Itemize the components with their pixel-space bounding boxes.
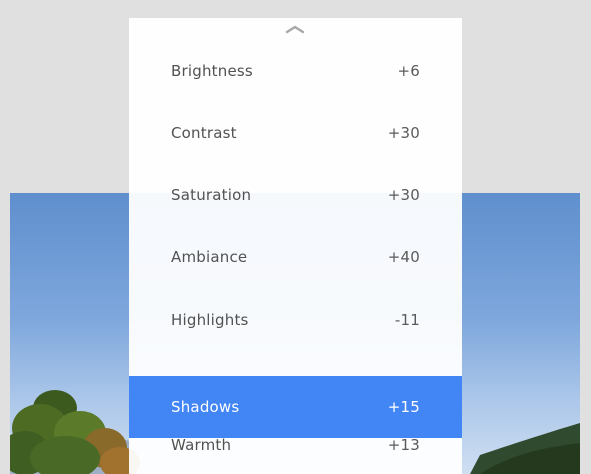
adjustment-label: Warmth xyxy=(171,436,232,454)
collapse-panel-button[interactable] xyxy=(284,22,306,36)
adjustment-row-warmth[interactable]: Warmth +13 xyxy=(129,432,462,458)
chevron-up-icon xyxy=(285,25,305,34)
adjustment-label: Highlights xyxy=(171,311,249,329)
adjustment-label: Shadows xyxy=(171,398,240,416)
adjustment-label: Contrast xyxy=(171,124,237,142)
adjustment-row-ambiance[interactable]: Ambiance +40 xyxy=(129,232,462,282)
adjustment-value: +40 xyxy=(387,248,420,266)
adjustment-row-brightness[interactable]: Brightness +6 xyxy=(129,46,462,96)
adjustment-value: +6 xyxy=(397,62,420,80)
adjustment-value: +15 xyxy=(387,398,420,416)
adjustment-label: Ambiance xyxy=(171,248,248,266)
adjustment-value: +30 xyxy=(387,124,420,142)
adjustment-label: Brightness xyxy=(171,62,253,80)
adjustment-value: +30 xyxy=(387,186,420,204)
adjustment-row-contrast[interactable]: Contrast +30 xyxy=(129,108,462,158)
adjustment-row-highlights[interactable]: Highlights -11 xyxy=(129,295,462,345)
adjustment-value: -11 xyxy=(394,311,420,329)
adjustment-value: +13 xyxy=(387,436,420,454)
adjustment-label: Saturation xyxy=(171,186,252,204)
adjustments-panel: Brightness +6 Contrast +30 Saturation +3… xyxy=(129,18,462,474)
adjustment-row-shadows[interactable]: Shadows +15 xyxy=(129,376,462,438)
trees xyxy=(10,390,140,474)
adjustment-row-saturation[interactable]: Saturation +30 xyxy=(129,170,462,220)
